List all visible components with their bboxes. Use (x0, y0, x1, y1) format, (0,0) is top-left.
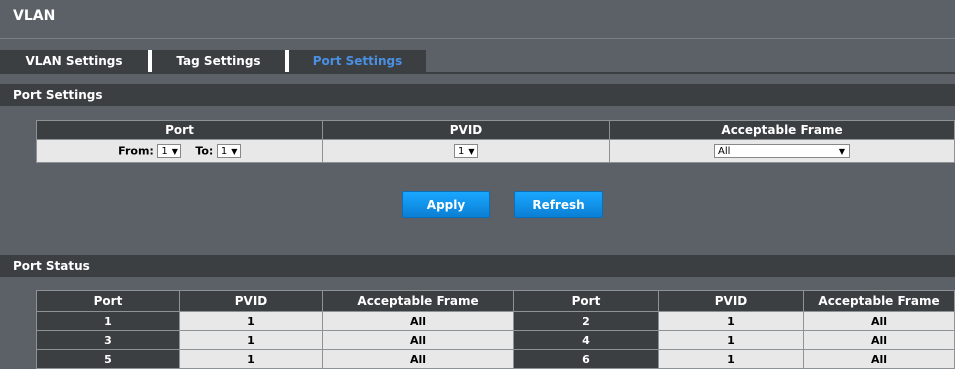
acceptable-frame-value: All (718, 146, 731, 157)
port-number: 3 (36, 330, 180, 350)
frame-value: All (803, 349, 955, 369)
frame-value: All (803, 311, 955, 331)
from-label: From: (118, 144, 154, 158)
to-label: To: (195, 144, 214, 158)
port-number: 5 (36, 349, 180, 369)
pvid-value: 1 (179, 311, 323, 331)
port-range-cell: From: 1 ▼ To: 1 ▼ (36, 139, 323, 163)
table-row: 5 1 All 6 1 All (36, 349, 955, 369)
port-status-table: Port PVID Acceptable Frame Port PVID Acc… (36, 290, 955, 369)
pvid-column-header: PVID (322, 120, 610, 140)
tab-underline (0, 72, 955, 74)
port-number: 4 (513, 330, 659, 350)
tab-tag-settings[interactable]: Tag Settings (152, 50, 285, 72)
from-port-value: 1 (161, 146, 168, 157)
status-col-port: Port (513, 290, 659, 312)
tab-vlan-settings[interactable]: VLAN Settings (0, 50, 148, 72)
frame-value: All (803, 330, 955, 350)
port-number: 2 (513, 311, 659, 331)
tab-port-settings[interactable]: Port Settings (289, 50, 426, 72)
pvid-value: 1 (658, 349, 804, 369)
port-settings-table: Port PVID Acceptable Frame From: 1 ▼ To: … (36, 120, 955, 163)
pvid-value: 1 (658, 311, 804, 331)
status-col-pvid: PVID (658, 290, 804, 312)
status-col-frame: Acceptable Frame (322, 290, 514, 312)
status-col-pvid: PVID (179, 290, 323, 312)
acceptable-frame-select[interactable]: All ▼ (714, 144, 850, 158)
chevron-down-icon: ▼ (838, 147, 845, 156)
tab-bar: VLAN Settings Tag Settings Port Settings (0, 50, 426, 72)
pvid-value: 1 (179, 349, 323, 369)
frame-value: All (322, 311, 514, 331)
from-port-select[interactable]: 1 ▼ (157, 144, 182, 158)
frame-cell: All ▼ (609, 139, 955, 163)
refresh-button[interactable]: Refresh (514, 191, 603, 218)
frame-column-header: Acceptable Frame (609, 120, 955, 140)
chevron-down-icon: ▼ (468, 147, 475, 156)
status-col-frame: Acceptable Frame (803, 290, 955, 312)
pvid-value: 1 (658, 330, 804, 350)
pvid-select[interactable]: 1 ▼ (454, 144, 478, 158)
port-status-header: Port Status (0, 255, 955, 277)
table-row: 3 1 All 4 1 All (36, 330, 955, 350)
to-port-select[interactable]: 1 ▼ (216, 144, 241, 158)
pvid-value: 1 (458, 146, 465, 157)
port-settings-header: Port Settings (0, 84, 955, 106)
pvid-value: 1 (179, 330, 323, 350)
frame-value: All (322, 349, 514, 369)
chevron-down-icon: ▼ (231, 147, 238, 156)
title-divider (0, 38, 955, 39)
status-col-port: Port (36, 290, 180, 312)
port-number: 1 (36, 311, 180, 331)
port-column-header: Port (36, 120, 323, 140)
port-number: 6 (513, 349, 659, 369)
pvid-cell: 1 ▼ (322, 139, 610, 163)
frame-value: All (322, 330, 514, 350)
table-row: 1 1 All 2 1 All (36, 311, 955, 331)
apply-button[interactable]: Apply (402, 191, 490, 218)
page-title: VLAN (13, 8, 56, 24)
chevron-down-icon: ▼ (171, 147, 178, 156)
to-port-value: 1 (220, 146, 228, 157)
